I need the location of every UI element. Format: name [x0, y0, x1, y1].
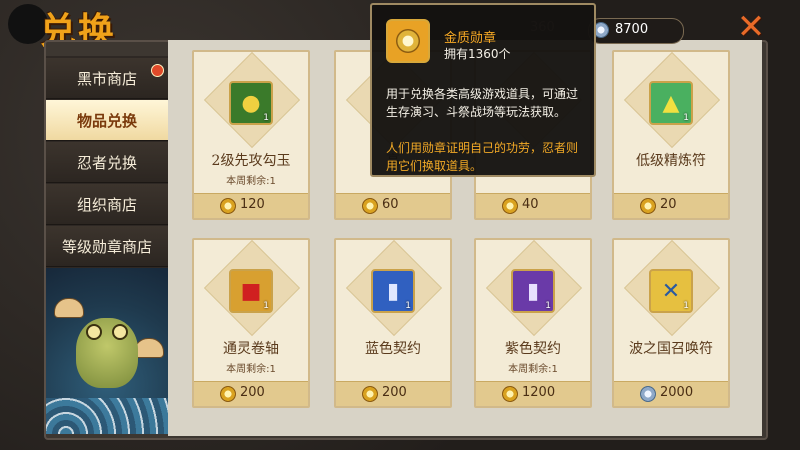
item-price: 1200 [522, 385, 556, 400]
price-bar: 40 [476, 193, 590, 218]
shop-card[interactable]: ✕ 1 波之国召唤符 2000 [612, 238, 730, 408]
gold-medal-icon [386, 19, 430, 63]
sidebar-item-item-exchange[interactable]: 物品兑换 [46, 100, 168, 141]
sidebar-item-label: 忍者兑换 [76, 153, 137, 172]
shop-card[interactable]: ▲ 1 低级精炼符 20 [612, 50, 730, 220]
currency-display: 8700 [588, 18, 684, 44]
tooltip-owned: 拥有1360个 [444, 47, 511, 61]
item-name: 波之国召唤符 [629, 341, 713, 357]
refine-scroll-icon: ▲ 1 [649, 81, 693, 125]
weekly-limit: 本周剩余:1 [508, 364, 558, 375]
weekly-limit: 本周剩余:1 [226, 364, 276, 375]
summon-scroll-icon: ■ 1 [229, 269, 273, 313]
medal-coin-icon [640, 198, 656, 214]
fan-icon [54, 298, 84, 318]
item-price: 40 [522, 197, 539, 212]
medal-coin-icon [502, 198, 518, 214]
sidebar-item-label: 等级勋章商店 [61, 237, 152, 256]
sidebar-item-label: 物品兑换 [76, 111, 137, 130]
sidebar-item-medal-shop[interactable]: 等级勋章商店 [46, 226, 168, 267]
item-price: 20 [660, 197, 677, 212]
weekly-limit: 本周剩余:1 [226, 176, 276, 187]
wave-decoration [46, 398, 168, 434]
item-price: 120 [240, 197, 265, 212]
sidebar-item-label: 组织商店 [76, 195, 137, 214]
sidebar-item-ninja-exchange[interactable]: 忍者兑换 [46, 142, 168, 183]
price-bar: 200 [336, 381, 450, 406]
item-price: 2000 [660, 385, 694, 400]
item-tooltip: 金质勋章 拥有1360个 用于兑换各类高级游戏道具，可通过生存演习、斗祭战场等玩… [370, 3, 596, 177]
price-bar: 200 [194, 381, 308, 406]
frog-illustration [46, 268, 168, 434]
purple-contract-icon: ▮ 1 [511, 269, 555, 313]
shop-card[interactable]: ▮ 1 蓝色契约 200 [334, 238, 452, 408]
fan-icon [134, 338, 164, 358]
item-price: 200 [382, 385, 407, 400]
currency-value: 8700 [615, 22, 649, 37]
frog-icon [76, 318, 138, 388]
item-name: 紫色契约 [505, 341, 561, 357]
tooltip-lore: 人们用勋章证明自己的功劳，忍者则用它们换取道具。 [386, 141, 579, 173]
item-price: 200 [240, 385, 265, 400]
price-bar: 120 [194, 193, 308, 218]
medal-coin-icon [220, 198, 236, 214]
notification-dot-icon [151, 64, 164, 77]
medal-coin-icon [362, 386, 378, 402]
medal-coin-icon [362, 198, 378, 214]
price-bar: 2000 [614, 381, 728, 406]
shop-card[interactable]: ▮ 1 紫色契约 本周剩余:1 1200 [474, 238, 592, 408]
blue-contract-icon: ▮ 1 [371, 269, 415, 313]
tooltip-description: 用于兑换各类高级游戏道具，可通过生存演习、斗祭战场等玩法获取。 [386, 87, 579, 119]
price-bar: 1200 [476, 381, 590, 406]
item-name: 低级精炼符 [636, 153, 706, 169]
sidebar-item-label: 黑市商店 [76, 69, 137, 88]
silver-coin-icon [640, 386, 656, 402]
medal-coin-icon [220, 386, 236, 402]
sidebar-item-org-shop[interactable]: 组织商店 [46, 184, 168, 225]
tooltip-title: 金质勋章 [444, 31, 497, 46]
close-button[interactable]: ✕ [734, 10, 768, 44]
item-name: 通灵卷轴 [223, 341, 279, 357]
sidebar-item-black-market[interactable]: 黑市商店 [46, 58, 168, 99]
shop-card[interactable]: ● 1 2级先攻勾玉 本周剩余:1 120 [192, 50, 310, 220]
wave-country-summon-icon: ✕ 1 [649, 269, 693, 313]
shop-card[interactable]: ■ 1 通灵卷轴 本周剩余:1 200 [192, 238, 310, 408]
magatama-icon: ● 1 [229, 81, 273, 125]
item-name: 2级先攻勾玉 [211, 153, 291, 169]
price-bar: 60 [336, 193, 450, 218]
medal-coin-icon [502, 386, 518, 402]
item-name: 蓝色契约 [365, 341, 421, 357]
item-price: 60 [382, 197, 399, 212]
price-bar: 20 [614, 193, 728, 218]
